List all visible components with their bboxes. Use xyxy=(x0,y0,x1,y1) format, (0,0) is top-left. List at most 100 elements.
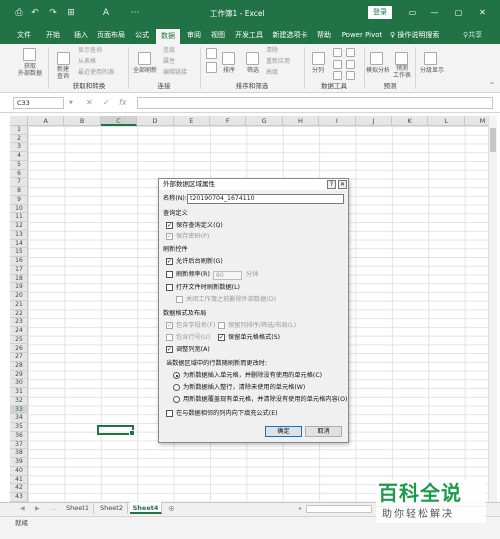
data-model-icon[interactable] xyxy=(346,71,355,80)
remove-duplicates-icon[interactable] xyxy=(333,60,342,69)
reapply-button[interactable]: 重新应用 xyxy=(266,58,290,66)
minimize-icon[interactable]: — xyxy=(427,6,442,20)
clear-filter-button[interactable]: 清除 xyxy=(266,47,278,55)
redo-icon[interactable]: ↷ xyxy=(48,8,58,19)
tab-page-layout[interactable]: 页面布局 xyxy=(96,27,126,44)
column-header[interactable]: A xyxy=(28,116,65,126)
insert-function-icon[interactable]: fx xyxy=(119,97,127,109)
collapse-ribbon-icon[interactable]: ^ xyxy=(488,82,496,89)
row-header[interactable]: 34 xyxy=(10,414,28,424)
row-header[interactable]: 23 xyxy=(10,318,28,327)
save-query-checkbox[interactable]: ✓ xyxy=(166,222,173,229)
outline-button[interactable]: 分级显示 xyxy=(417,67,447,74)
insert-cells-radio[interactable] xyxy=(173,372,180,379)
close-icon[interactable]: ✕ xyxy=(475,6,490,20)
column-header[interactable]: I xyxy=(319,116,356,126)
row-header[interactable]: 16 xyxy=(10,257,28,266)
row-header[interactable]: 33 xyxy=(10,405,28,415)
fill-down-checkbox[interactable] xyxy=(166,410,173,417)
row-header[interactable]: 31 xyxy=(10,388,28,397)
row-header[interactable]: 30 xyxy=(10,379,28,389)
preserve-format-checkbox[interactable]: ✓ xyxy=(218,334,225,341)
edit-links-button[interactable]: 编辑链接 xyxy=(163,69,187,77)
row-header[interactable]: 39 xyxy=(10,458,28,467)
tab-developer[interactable]: 开发工具 xyxy=(234,27,264,44)
name-input[interactable]: t20190704_1674110 xyxy=(187,194,344,204)
row-header[interactable]: 25 xyxy=(10,336,28,345)
add-sheet-icon[interactable]: ⊕ xyxy=(168,504,175,514)
column-header[interactable]: D xyxy=(137,116,174,126)
row-header[interactable]: 36 xyxy=(10,432,28,441)
data-validation-icon[interactable] xyxy=(333,71,342,80)
vertical-scrollbar[interactable] xyxy=(488,116,497,502)
row-header[interactable]: 7 xyxy=(10,178,28,188)
scroll-left-icon[interactable]: ◂ xyxy=(298,504,301,514)
row-header[interactable]: 10 xyxy=(10,205,28,214)
ok-button[interactable]: 确定 xyxy=(265,426,302,437)
row-header[interactable]: 26 xyxy=(10,345,28,354)
flash-fill-icon[interactable] xyxy=(333,48,342,57)
prev-sheet-icon[interactable]: ◀ xyxy=(20,504,25,514)
tab-file[interactable]: 文件 xyxy=(14,27,34,44)
scroll-thumb[interactable] xyxy=(490,128,496,152)
row-header[interactable]: 21 xyxy=(10,301,28,310)
row-header[interactable]: 12 xyxy=(10,222,28,231)
row-header[interactable]: 40 xyxy=(10,467,28,476)
sheet-tab-sheet2[interactable]: Sheet2 xyxy=(96,502,128,514)
name-box-dropdown-icon[interactable]: ▼ xyxy=(69,97,73,109)
login-button[interactable]: 登录 xyxy=(368,6,392,19)
what-if-button[interactable]: 模拟分析 xyxy=(365,67,391,74)
column-header[interactable]: J xyxy=(356,116,392,126)
column-header[interactable]: L xyxy=(428,116,465,126)
adjust-width-checkbox[interactable]: ✓ xyxy=(166,346,173,353)
row-header[interactable]: 4 xyxy=(10,152,28,161)
row-header[interactable]: 1 xyxy=(10,126,28,135)
enter-icon[interactable]: ✓ xyxy=(103,97,110,109)
maximize-icon[interactable]: ▢ xyxy=(451,6,466,20)
ribbon-display-icon[interactable]: ▭ xyxy=(405,6,420,20)
more-sheets-icon[interactable]: … xyxy=(50,504,56,514)
row-header[interactable]: 3 xyxy=(10,143,28,153)
refresh-interval-checkbox[interactable] xyxy=(166,271,173,278)
row-header[interactable]: 43 xyxy=(10,493,28,502)
row-header[interactable]: 13 xyxy=(10,231,28,240)
forecast-sheet-button[interactable]: 预测 工作表 xyxy=(390,65,414,79)
row-header[interactable]: 22 xyxy=(10,310,28,319)
help-icon[interactable]: ? xyxy=(327,180,336,189)
share-button[interactable]: ♀共享 xyxy=(463,27,482,44)
tab-home[interactable]: 开始 xyxy=(43,27,63,44)
column-header[interactable]: B xyxy=(64,116,101,126)
refresh-all-button[interactable]: 全部刷新 xyxy=(130,67,160,74)
tell-me-search[interactable]: ♀ 操作说明搜索 xyxy=(390,27,439,44)
sheet-tab-sheet4[interactable]: Sheet4 xyxy=(130,502,162,514)
consolidate-icon[interactable] xyxy=(346,48,355,57)
row-header[interactable]: 29 xyxy=(10,371,28,380)
row-header[interactable]: 19 xyxy=(10,283,28,293)
insert-rows-radio[interactable] xyxy=(173,384,180,391)
row-header[interactable]: 35 xyxy=(10,423,28,432)
select-all-corner[interactable] xyxy=(10,116,28,126)
row-header[interactable]: 9 xyxy=(10,196,28,205)
filter-button[interactable]: 筛选 xyxy=(242,67,264,74)
get-data-button[interactable]: 获取 外部数据 xyxy=(12,63,48,77)
row-header[interactable]: 17 xyxy=(10,266,28,275)
tab-help[interactable]: 帮助 xyxy=(314,27,334,44)
connections-button[interactable]: 连接 xyxy=(163,47,175,55)
save-icon[interactable]: ⎙ xyxy=(14,8,24,19)
tab-data[interactable]: 数据 xyxy=(156,29,180,44)
horizontal-scrollbar[interactable] xyxy=(306,505,372,513)
tab-formulas[interactable]: 公式 xyxy=(132,27,152,44)
row-header[interactable]: 41 xyxy=(10,476,28,485)
tab-view[interactable]: 视图 xyxy=(208,27,228,44)
tab-review[interactable]: 审阅 xyxy=(184,27,204,44)
row-header[interactable]: 38 xyxy=(10,449,28,459)
undo-icon[interactable]: ↶ xyxy=(30,8,40,19)
font-color-icon[interactable]: A xyxy=(101,8,111,19)
row-header[interactable]: 5 xyxy=(10,161,28,170)
column-header[interactable]: F xyxy=(210,116,247,126)
advanced-filter-button[interactable]: 高级 xyxy=(266,69,278,77)
column-header[interactable]: C xyxy=(100,116,138,126)
row-header[interactable]: 42 xyxy=(10,484,28,494)
tab-insert[interactable]: 插入 xyxy=(71,27,91,44)
tab-power-pivot[interactable]: Power Pivot xyxy=(340,27,384,44)
